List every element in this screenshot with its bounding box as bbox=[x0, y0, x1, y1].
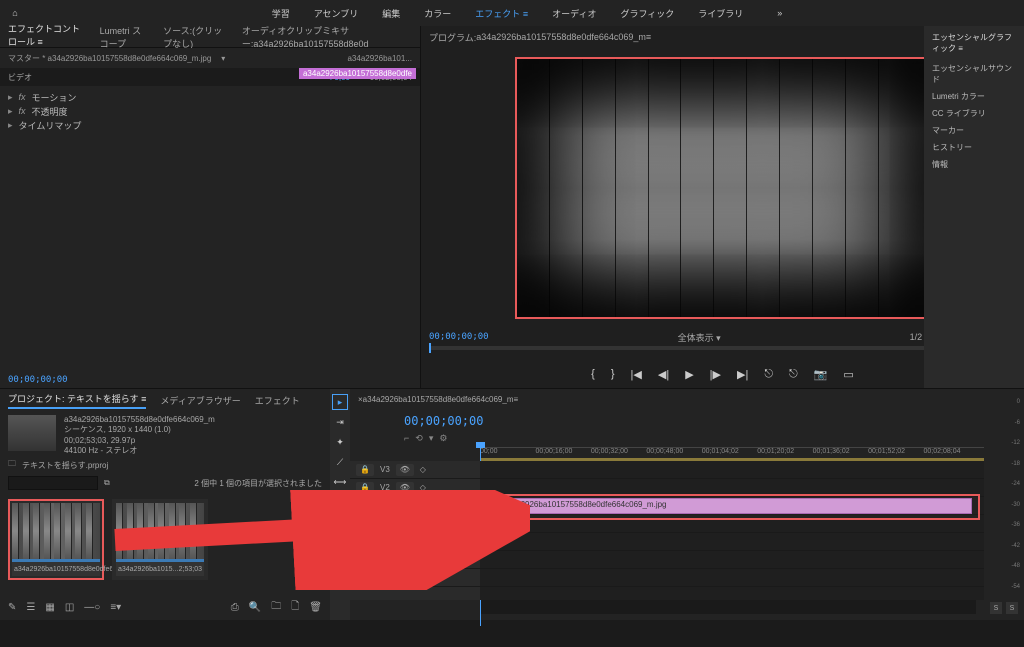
track-a3[interactable]: A3 bbox=[380, 555, 390, 564]
fx-clip-tag: a34a2926ba10157558d8e0dfe bbox=[299, 68, 416, 79]
track-v1[interactable]: V1 bbox=[380, 500, 398, 512]
zoom-slider[interactable]: —○ bbox=[84, 602, 100, 613]
pen-tool-icon[interactable]: ✎ bbox=[333, 495, 347, 509]
track-master[interactable]: マスター bbox=[380, 572, 412, 583]
fx-master-label: マスター * a34a2926ba10157558d8e0dfe664c069_… bbox=[8, 53, 211, 64]
audio-meters: 0-6-12-18-24-30-36-42-48-54 SS bbox=[984, 389, 1024, 620]
slip-tool-icon[interactable]: ⟷ bbox=[333, 475, 347, 489]
ess-lumetri[interactable]: Lumetri カラー bbox=[932, 88, 1016, 105]
fx-bottom-tc: 00;00;00;00 bbox=[0, 375, 68, 385]
fx-seq-label: a34a2926ba101... bbox=[347, 54, 412, 63]
tab-project[interactable]: プロジェクト: テキストを揺らす ≡ bbox=[8, 392, 146, 409]
tab-source[interactable]: ソース:(クリップなし) bbox=[163, 24, 228, 50]
icon-view-icon[interactable]: ▦ bbox=[45, 602, 54, 613]
freeform-icon[interactable]: ◫ bbox=[65, 602, 74, 613]
ess-sound[interactable]: エッセンシャルサウンド bbox=[932, 60, 1016, 88]
ws-color[interactable]: カラー bbox=[424, 7, 451, 20]
sort-icon[interactable]: ≡▾ bbox=[110, 602, 121, 613]
snap-icon[interactable]: ⌐ bbox=[404, 433, 409, 447]
ws-edit[interactable]: 編集 bbox=[382, 7, 400, 20]
new-item-icon[interactable]: 🗋 bbox=[291, 599, 299, 616]
type-tool-icon[interactable]: T bbox=[333, 535, 347, 549]
filter-icon[interactable]: ⧉ bbox=[104, 478, 110, 488]
ess-cc[interactable]: CC ライブラリ bbox=[932, 105, 1016, 122]
program-name: a34a2926ba10157558d8e0dfe664c069_m bbox=[476, 32, 646, 42]
tab-audio-clip-mixer[interactable]: オーディオクリップミキサー:a34a2926ba10157558d8e0d bbox=[242, 24, 412, 50]
step-back-icon[interactable]: ◀| bbox=[658, 368, 669, 381]
compare-icon[interactable]: ▭ bbox=[843, 368, 853, 381]
ws-library[interactable]: ライブラリ bbox=[698, 7, 743, 20]
program-label: プログラム: bbox=[429, 31, 476, 44]
pen-icon[interactable]: ✎ bbox=[8, 602, 16, 613]
timeline-ruler[interactable]: 00;00 00;00;16;00 00;00;32;00 00;00;48;0… bbox=[480, 447, 984, 461]
step-fwd-icon[interactable]: |▶ bbox=[710, 368, 721, 381]
track-a2[interactable]: A2 bbox=[380, 537, 390, 546]
ess-info[interactable]: 情報 bbox=[932, 156, 1016, 173]
marker-icon2[interactable]: ▾ bbox=[429, 433, 434, 447]
play-icon[interactable]: ▶ bbox=[685, 368, 693, 381]
program-monitor[interactable] bbox=[515, 57, 930, 319]
tab-lumetri-scopes[interactable]: Lumetri スコープ bbox=[100, 24, 149, 50]
thumb-1[interactable]: a34a2926ba10157558d8e0dfe6...4;29 bbox=[8, 499, 104, 580]
proj-meta: a34a2926ba10157558d8e0dfe664c069_m シーケンス… bbox=[64, 415, 215, 453]
settings-icon[interactable]: ⚙ bbox=[439, 433, 447, 447]
program-tc-left[interactable]: 00;00;00;00 bbox=[429, 332, 489, 342]
search-input[interactable] bbox=[8, 476, 98, 490]
ws-assembly[interactable]: アセンブリ bbox=[314, 7, 359, 20]
go-out-icon[interactable]: ▶| bbox=[737, 368, 748, 381]
link-icon[interactable]: ⟲ bbox=[415, 433, 423, 447]
ws-effects[interactable]: エフェクト ≡ bbox=[475, 7, 528, 20]
bin-name[interactable]: テキストを揺らす.prproj bbox=[22, 460, 108, 471]
ws-learn[interactable]: 学習 bbox=[272, 7, 290, 20]
essential-graphics-panel: エッセンシャルグラフィック ≡ エッセンシャルサウンド Lumetri カラー … bbox=[924, 26, 1024, 388]
ws-audio[interactable]: オーディオ bbox=[552, 7, 596, 20]
list-view-icon[interactable]: ☰ bbox=[26, 602, 35, 613]
thumb-2[interactable]: a34a2926ba1015...2;53;03 bbox=[112, 499, 208, 580]
program-fit[interactable]: 全体表示 ▾ bbox=[678, 331, 721, 344]
tab-fx-controls[interactable]: エフェクトコントロール ≡ bbox=[8, 22, 86, 52]
track-v3[interactable]: V3 bbox=[380, 465, 390, 474]
track-select-tool-icon[interactable]: ⇥ bbox=[333, 415, 347, 429]
timeline-scrollbar[interactable] bbox=[480, 600, 976, 614]
track-v2[interactable]: V2 bbox=[380, 483, 390, 492]
mark-out-icon[interactable]: } bbox=[611, 368, 615, 380]
find-icon[interactable]: 🔍 bbox=[249, 602, 261, 613]
tab-media-browser[interactable]: メディアブラウザー bbox=[160, 394, 240, 407]
razor-tool-icon[interactable]: ⟋ bbox=[333, 455, 347, 469]
solo-right[interactable]: S bbox=[1006, 602, 1018, 614]
ess-history[interactable]: ヒストリー bbox=[932, 139, 1016, 156]
new-bin-icon[interactable]: 🗀 bbox=[271, 599, 281, 616]
track-a1[interactable]: A1 bbox=[380, 518, 398, 530]
bin-icon[interactable]: 🗀 bbox=[8, 458, 16, 472]
fx-motion[interactable]: モーション bbox=[32, 91, 77, 104]
proj-preview-thumb bbox=[8, 415, 56, 451]
tab-effects[interactable]: エフェクト bbox=[255, 394, 300, 407]
selection-status: 2 個中 1 個の項目が選択されました bbox=[194, 478, 322, 489]
fx-opacity[interactable]: 不透明度 bbox=[32, 105, 68, 118]
extract-icon[interactable]: ⎋ bbox=[789, 368, 798, 381]
timeline-clip[interactable]: ▦ a34a2926ba10157558d8e0dfe664c069_m.jpg bbox=[488, 498, 972, 514]
selection-tool-icon[interactable]: ▸ bbox=[333, 395, 347, 409]
ess-marker[interactable]: マーカー bbox=[932, 122, 1016, 139]
timeline-tc[interactable]: 00;00;00;00 bbox=[350, 409, 984, 433]
solo-left[interactable]: S bbox=[990, 602, 1002, 614]
auto-seq-icon[interactable]: ⎙ bbox=[231, 602, 239, 613]
ws-graphics[interactable]: グラフィック bbox=[620, 7, 674, 20]
fx-video-label: ビデオ bbox=[8, 72, 32, 83]
lift-icon[interactable]: ⎋ bbox=[764, 368, 773, 381]
essential-title[interactable]: エッセンシャルグラフィック ≡ bbox=[932, 32, 1016, 54]
go-in-icon[interactable]: |◀ bbox=[631, 368, 642, 381]
workspace-tabs: 学習 アセンブリ 編集 カラー エフェクト ≡ オーディオ グラフィック ライブ… bbox=[30, 0, 1024, 26]
fx-time-remap[interactable]: タイムリマップ bbox=[19, 119, 82, 132]
program-playhead[interactable] bbox=[429, 343, 431, 353]
ripple-tool-icon[interactable]: ✦ bbox=[333, 435, 347, 449]
hand-tool-icon[interactable]: ✋ bbox=[333, 515, 347, 529]
timeline-seq-name[interactable]: a34a2926ba10157558d8e0dfe664c069_m bbox=[363, 395, 514, 404]
export-frame-icon[interactable]: 📷 bbox=[814, 368, 828, 381]
trash-icon[interactable]: 🗑 bbox=[309, 602, 322, 613]
ws-overflow-icon[interactable]: » bbox=[777, 8, 782, 18]
mark-in-icon[interactable]: { bbox=[591, 368, 595, 380]
